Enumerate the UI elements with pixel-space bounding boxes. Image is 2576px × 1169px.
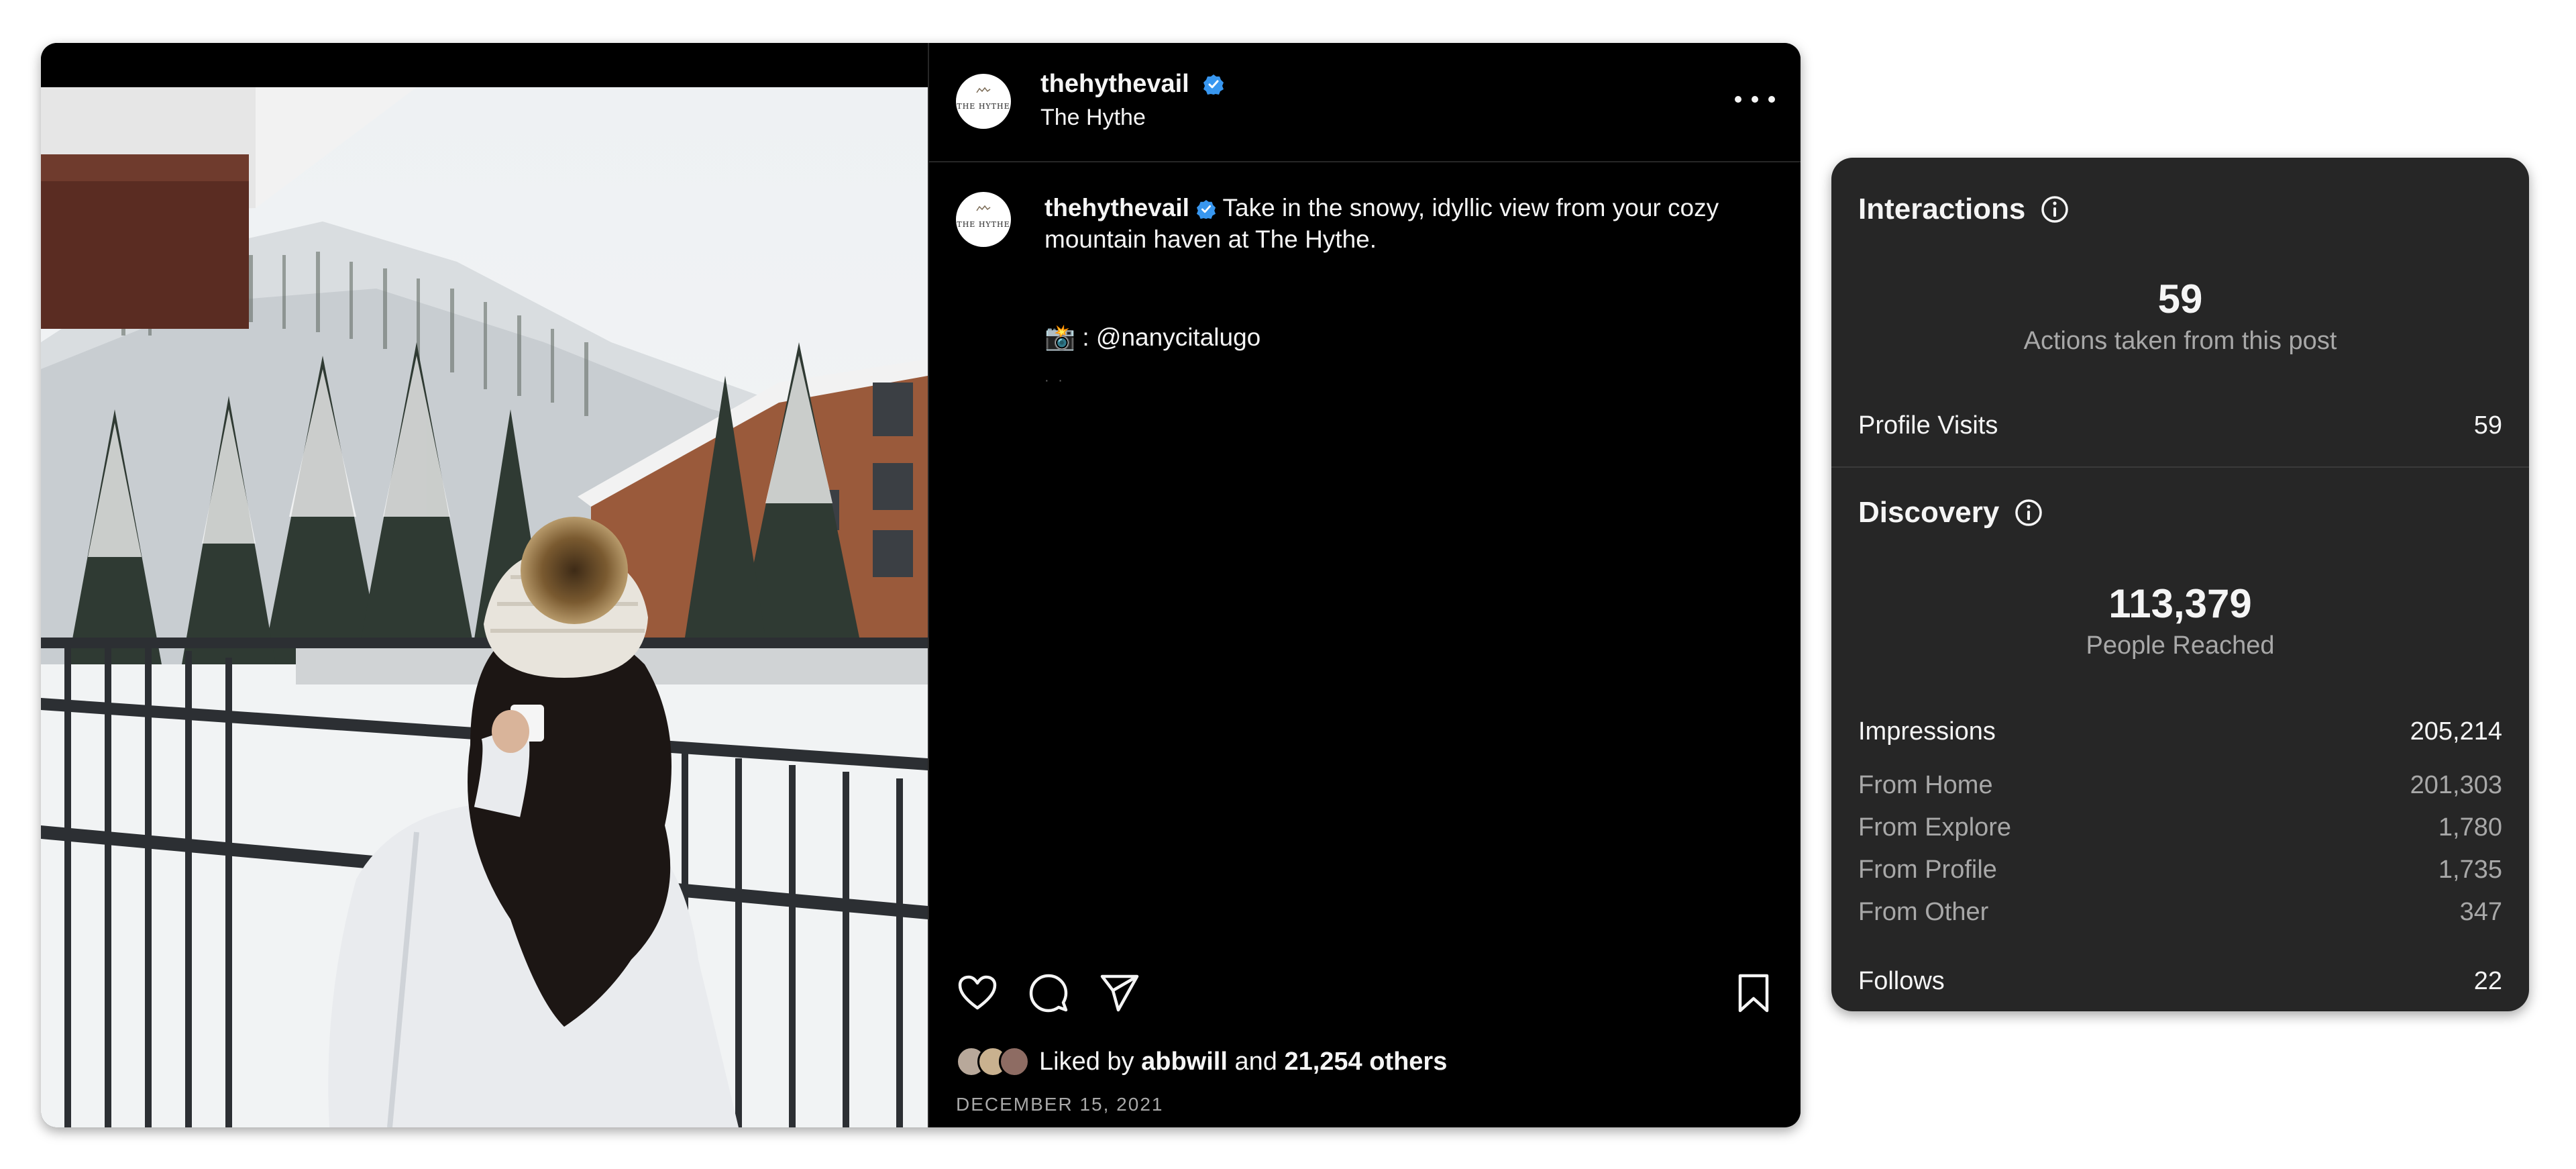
source-label: From Other bbox=[1858, 898, 1989, 926]
caption-avatar[interactable]: THE HYTHE bbox=[956, 192, 1011, 247]
people-reached-label: People Reached bbox=[2086, 631, 2275, 660]
info-icon[interactable] bbox=[2014, 498, 2043, 527]
source-value: 201,303 bbox=[2410, 771, 2502, 799]
source-row-other: From Other 347 bbox=[1858, 898, 2502, 927]
source-row-explore: From Explore 1,780 bbox=[1858, 813, 2502, 842]
source-row-home: From Home 201,303 bbox=[1858, 771, 2502, 800]
more-options-button[interactable] bbox=[1735, 86, 1775, 113]
verified-badge-icon bbox=[1203, 74, 1224, 95]
more-icon bbox=[1735, 96, 1741, 103]
header-location[interactable]: The Hythe bbox=[1040, 105, 1146, 131]
likes-others[interactable]: 21,254 others bbox=[1284, 1048, 1447, 1076]
source-value: 347 bbox=[2459, 898, 2502, 926]
profile-visits-label: Profile Visits bbox=[1858, 411, 1998, 440]
instagram-post-card: THE HYTHE thehythevail The Hythe THE HYT… bbox=[41, 43, 1801, 1127]
hythe-logo-mark-icon bbox=[976, 87, 991, 93]
impressions-label: Impressions bbox=[1858, 717, 1996, 746]
follows-row: Follows 22 bbox=[1858, 967, 2502, 996]
likes-user[interactable]: abbwill bbox=[1141, 1048, 1228, 1076]
bookmark-icon[interactable] bbox=[1732, 972, 1775, 1015]
post-header: THE HYTHE thehythevail The Hythe bbox=[929, 43, 1801, 162]
discovery-section-title: Discovery bbox=[1858, 496, 2043, 529]
verified-badge-icon bbox=[1196, 199, 1216, 219]
discovery-title: Discovery bbox=[1858, 496, 2000, 529]
caption-fade: · · bbox=[1044, 373, 1065, 388]
account-avatar[interactable]: THE HYTHE bbox=[956, 74, 1011, 129]
follows-label: Follows bbox=[1858, 967, 1945, 995]
avatar-logo-text: THE HYTHE bbox=[957, 101, 1010, 111]
caption-username[interactable]: thehythevail bbox=[1044, 194, 1189, 221]
interactions-title: Interactions bbox=[1858, 193, 2026, 225]
comment-icon[interactable] bbox=[1027, 972, 1070, 1015]
heart-icon[interactable] bbox=[956, 972, 999, 1015]
likes-and: and bbox=[1234, 1047, 1277, 1076]
likes-summary: Liked by abbwill and 21,254 others bbox=[956, 1041, 1447, 1082]
post-caption: thehythevail Take in the snowy, idyllic … bbox=[1044, 192, 1756, 255]
post-date[interactable]: DECEMBER 15, 2021 bbox=[956, 1094, 1163, 1115]
photo-credit: 📸 : @nanycitalugo bbox=[1044, 323, 1261, 351]
source-value: 1,735 bbox=[2438, 856, 2502, 884]
source-label: From Profile bbox=[1858, 856, 1997, 884]
source-row-profile: From Profile 1,735 bbox=[1858, 856, 2502, 884]
post-actions-bar bbox=[929, 972, 1801, 1025]
source-label: From Home bbox=[1858, 771, 1993, 799]
post-photo[interactable] bbox=[41, 43, 928, 1127]
impressions-row: Impressions 205,214 bbox=[1858, 717, 2502, 746]
profile-visits-value: 59 bbox=[2473, 411, 2502, 440]
source-value: 1,780 bbox=[2438, 813, 2502, 842]
post-insights-card: Interactions 59 Actions taken from this … bbox=[1831, 158, 2529, 1011]
avatar-logo-text: THE HYTHE bbox=[957, 219, 1010, 229]
section-divider bbox=[1831, 466, 2529, 468]
post-details-panel: THE HYTHE thehythevail The Hythe THE HYT… bbox=[928, 43, 1801, 1127]
likes-prefix: Liked by bbox=[1039, 1047, 1134, 1076]
impressions-value: 205,214 bbox=[2410, 717, 2502, 746]
liker-avatar[interactable] bbox=[999, 1046, 1030, 1077]
people-reached-total: 113,379 bbox=[2108, 581, 2252, 626]
follows-value: 22 bbox=[2473, 967, 2502, 995]
share-icon[interactable] bbox=[1098, 972, 1141, 1015]
info-icon[interactable] bbox=[2040, 195, 2070, 224]
interactions-section-title: Interactions bbox=[1858, 193, 2070, 226]
header-username-row: thehythevail bbox=[1040, 70, 1224, 99]
hythe-logo-mark-icon bbox=[976, 205, 991, 211]
source-label: From Explore bbox=[1858, 813, 2012, 842]
post-photo-image bbox=[41, 87, 928, 1127]
header-username[interactable]: thehythevail bbox=[1040, 70, 1189, 98]
profile-visits-row: Profile Visits 59 bbox=[1858, 411, 2502, 440]
interactions-total: 59 bbox=[2157, 276, 2203, 321]
interactions-total-label: Actions taken from this post bbox=[2023, 327, 2337, 355]
